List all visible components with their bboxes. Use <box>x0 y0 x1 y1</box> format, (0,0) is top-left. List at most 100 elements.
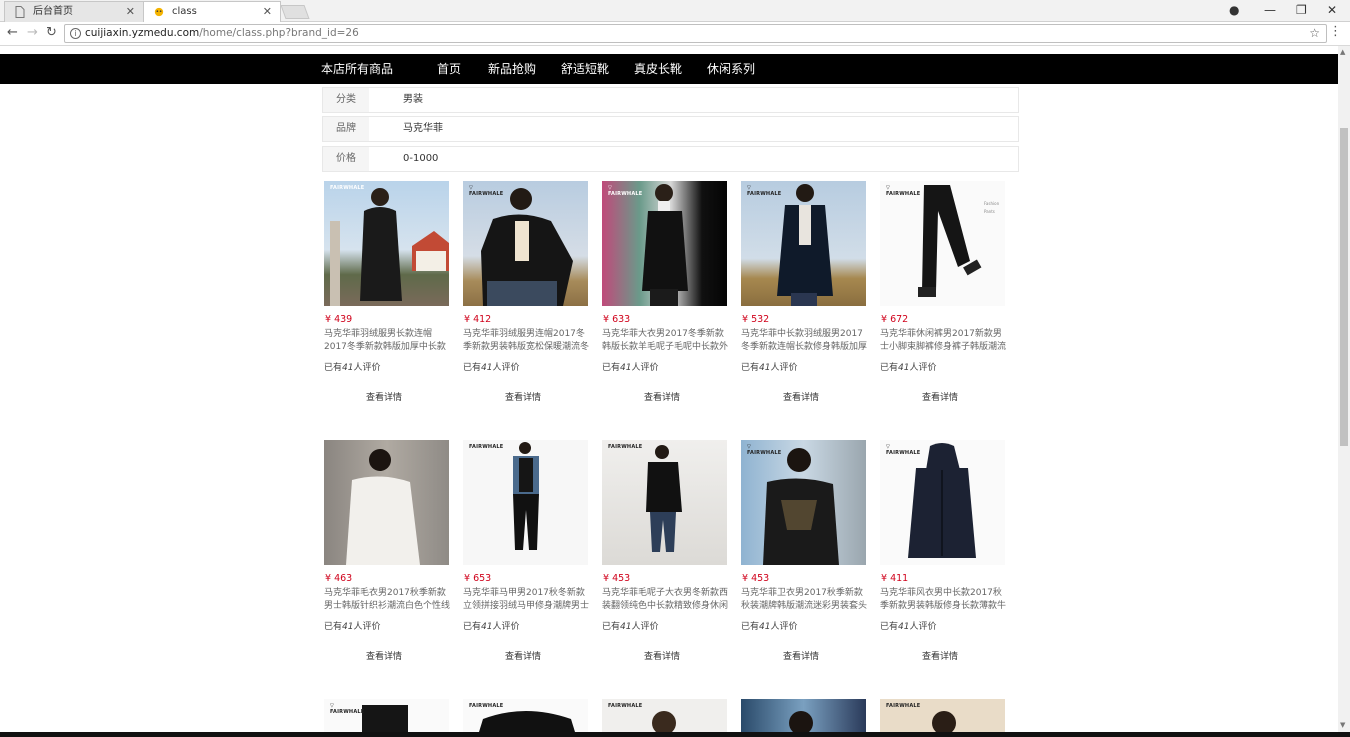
info-icon[interactable]: i <box>70 28 81 39</box>
product-image[interactable]: FAIRWHALE <box>602 440 727 565</box>
nav-casual-series[interactable]: 休闲系列 <box>707 54 755 84</box>
url-path: /home/class.php?brand_id=26 <box>199 27 359 39</box>
product-price: ¥ 672 <box>881 314 909 325</box>
product-image[interactable]: Fashion Pants ▽ FAIRWHALE <box>880 181 1005 306</box>
filter-label: 品牌 <box>323 117 369 141</box>
product-name[interactable]: 马克华菲羽绒服男连帽2017冬季新款男装韩版宽松保暖潮流冬装外 <box>463 328 591 354</box>
svg-text:Fashion: Fashion <box>984 201 1000 206</box>
product-name[interactable]: 马克华菲马甲男2017秋冬新款立领拼接羽绒马甲修身潮牌男士背心 <box>463 587 591 613</box>
filter-row-category: 分类 男装 <box>322 87 1019 113</box>
restore-icon[interactable]: ❐ <box>1296 3 1307 17</box>
view-details-link[interactable]: 查看详情 <box>366 649 402 662</box>
product-image[interactable]: ▽ FAIRWHALE <box>741 440 866 565</box>
product-name[interactable]: 马克华菲中长款羽绒服男2017冬季新款连帽长款修身韩版加厚外套 <box>741 328 869 354</box>
nav-leather-boots[interactable]: 真皮长靴 <box>634 54 682 84</box>
view-details-link[interactable]: 查看详情 <box>783 649 819 662</box>
product-image[interactable]: ▽ FAIRWHALE <box>324 699 449 732</box>
svg-text:Pants: Pants <box>984 209 995 214</box>
address-bar: ← → ↻ i cuijiaxin.yzmedu.com/home/class.… <box>0 22 1350 46</box>
filter-row-brand: 品牌 马克华菲 <box>322 116 1019 142</box>
brand-logo: ▽ FAIRWHALE <box>469 185 504 197</box>
product-image[interactable]: FAIRWHALE <box>602 699 727 732</box>
browser-tab-class[interactable]: class ✕ <box>143 1 281 22</box>
minimize-icon[interactable]: — <box>1264 3 1276 17</box>
product-name[interactable]: 马克华菲休闲裤男2017新款男士小脚束脚裤修身裤子韩版潮流运动 <box>880 328 1008 354</box>
product-name[interactable]: 马克华菲毛衣男2017秋季新款男士韩版针织衫潮流白色个性线衣男 <box>324 587 452 613</box>
nav-home[interactable]: 首页 <box>437 54 461 84</box>
brand-logo: ▽ FAIRWHALE <box>886 185 921 197</box>
forward-arrow-icon[interactable]: → <box>27 25 38 40</box>
brand-logo: ▽ FAIRWHALE <box>608 185 643 197</box>
view-details-link[interactable]: 查看详情 <box>922 390 958 403</box>
brand-logo: FAIRWHALE <box>330 185 365 191</box>
product-image[interactable]: ▽ FAIRWHALE <box>741 181 866 306</box>
scroll-up-arrow-icon[interactable]: ▲ <box>1340 48 1345 56</box>
filter-label: 价格 <box>323 147 369 171</box>
product-image[interactable] <box>741 699 866 732</box>
brand-logo: FAIRWHALE <box>469 703 504 709</box>
product-image[interactable]: ▽ FAIRWHALE <box>602 181 727 306</box>
bookmark-star-icon[interactable]: ☆ <box>1309 25 1320 42</box>
nav-short-boots[interactable]: 舒适短靴 <box>561 54 609 84</box>
view-details-link[interactable]: 查看详情 <box>783 390 819 403</box>
brand-logo: ▽ FAIRWHALE <box>330 703 365 715</box>
page-scrollbar[interactable]: ▲ ▼ <box>1338 46 1350 732</box>
product-name[interactable]: 马克华菲大衣男2017冬季新款韩版长款羊毛呢子毛呢中长款外套 <box>602 328 730 354</box>
product-name[interactable]: 马克华菲卫衣男2017秋季新款秋装潮牌韩版潮流迷彩男装套头衫外 <box>741 587 869 613</box>
url-input[interactable]: i cuijiaxin.yzmedu.com/home/class.php?br… <box>64 24 1327 43</box>
product-price: ¥ 453 <box>742 573 770 584</box>
view-details-link[interactable]: 查看详情 <box>644 649 680 662</box>
product-image[interactable] <box>324 440 449 565</box>
review-count: 已有41人评价 <box>880 622 937 632</box>
browser-menu-icon[interactable]: ⋮ <box>1329 24 1342 39</box>
review-count: 已有41人评价 <box>463 363 520 373</box>
view-details-link[interactable]: 查看详情 <box>366 390 402 403</box>
view-details-link[interactable]: 查看详情 <box>922 649 958 662</box>
close-icon[interactable]: ✕ <box>126 2 135 22</box>
filter-row-price: 价格 0-1000 <box>322 146 1019 172</box>
product-image[interactable]: ▽ FAIRWHALE <box>463 181 588 306</box>
browser-tab-label: 后台首页 <box>33 6 73 17</box>
product-name[interactable]: 马克华菲毛呢子大衣男冬新款西装翻领纯色中长款精致修身休闲 30 <box>602 587 730 613</box>
product-price: ¥ 412 <box>464 314 492 325</box>
product-price: ¥ 463 <box>325 573 353 584</box>
review-count: 已有41人评价 <box>324 622 381 632</box>
product-price: ¥ 453 <box>603 573 631 584</box>
profile-icon[interactable]: ● <box>1229 3 1239 17</box>
nav-all-products[interactable]: 本店所有商品 <box>321 54 393 84</box>
product-name[interactable]: 马克华菲风衣男中长款2017秋季新款男装韩版修身长款薄款牛仔外 <box>880 587 1008 613</box>
browser-tab-bar: 后台首页 ✕ class ✕ ● — ❐ ✕ <box>0 0 1350 22</box>
filter-value[interactable]: 男装 <box>403 88 423 112</box>
view-details-link[interactable]: 查看详情 <box>505 390 541 403</box>
product-image[interactable]: FAIRWHALE <box>880 699 1005 732</box>
brand-logo: FAIRWHALE <box>886 703 921 709</box>
browser-tab-admin-home[interactable]: 后台首页 ✕ <box>4 1 144 22</box>
window-close-icon[interactable]: ✕ <box>1327 3 1337 17</box>
review-count: 已有41人评价 <box>880 363 937 373</box>
brand-logo: ▽ FAIRWHALE <box>886 444 921 456</box>
new-tab-button[interactable] <box>280 5 310 19</box>
scroll-down-arrow-icon[interactable]: ▼ <box>1340 721 1345 729</box>
brand-logo: FAIRWHALE <box>608 703 643 709</box>
filter-label: 分类 <box>323 88 369 112</box>
nav-new-arrivals[interactable]: 新品抢购 <box>488 54 536 84</box>
product-price: ¥ 653 <box>464 573 492 584</box>
scroll-thumb[interactable] <box>1340 128 1348 446</box>
favicon-icon <box>154 7 164 17</box>
close-icon[interactable]: ✕ <box>263 2 272 22</box>
product-image[interactable]: FAIRWHALE <box>463 440 588 565</box>
filter-value[interactable]: 马克华菲 <box>403 117 443 141</box>
product-image[interactable]: FAIRWHALE <box>324 181 449 306</box>
brand-logo: FAIRWHALE <box>608 444 643 450</box>
product-name[interactable]: 马克华菲羽绒服男长款连帽2017冬季新款韩版加厚中长款男装外套 <box>324 328 452 354</box>
product-price: ¥ 411 <box>881 573 909 584</box>
product-image[interactable]: FAIRWHALE <box>463 699 588 732</box>
product-image[interactable]: ▽ FAIRWHALE <box>880 440 1005 565</box>
view-details-link[interactable]: 查看详情 <box>644 390 680 403</box>
back-arrow-icon[interactable]: ← <box>7 25 18 40</box>
reload-icon[interactable]: ↻ <box>46 25 57 40</box>
view-details-link[interactable]: 查看详情 <box>505 649 541 662</box>
product-price: ¥ 532 <box>742 314 770 325</box>
filter-value[interactable]: 0-1000 <box>403 147 438 171</box>
os-taskbar <box>0 732 1350 737</box>
